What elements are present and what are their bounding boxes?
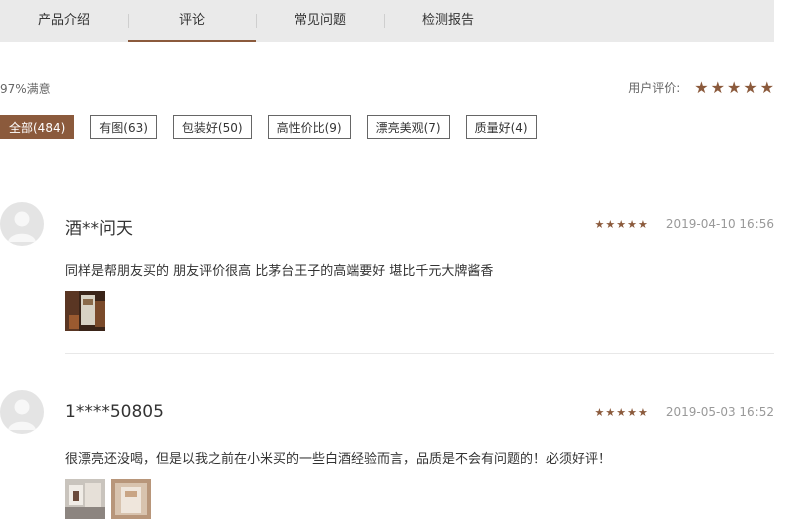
review-stars: ★ ★ ★ ★ ★ [593, 406, 647, 419]
rating-summary: 97%满意 用户评价: ★ ★ ★ ★ ★ [0, 78, 774, 100]
review-content: 同样是帮朋友买的 朋友评价很高 比茅台王子的高端要好 堪比千元大牌酱香 [65, 264, 494, 279]
star-icon: ★ [710, 78, 725, 97]
star-icon: ★ [605, 405, 616, 419]
review-photo[interactable] [65, 291, 105, 331]
review-photos [65, 479, 157, 519]
star-icon: ★ [594, 405, 605, 419]
reviewer-name: 酒**问天 [65, 219, 133, 239]
star-icon: ★ [605, 217, 616, 231]
star-icon: ★ [637, 405, 648, 419]
photo-thumbnail-icon [65, 291, 105, 331]
user-rating: 用户评价: ★ ★ ★ ★ ★ [628, 78, 774, 97]
satisfaction-rate: 97%满意 [0, 82, 51, 96]
star-icon: ★ [616, 405, 627, 419]
tab-reviews[interactable]: 评论 [128, 0, 256, 42]
avatar [0, 390, 44, 434]
avatar [0, 202, 44, 246]
review-photos [65, 291, 111, 331]
star-icon: ★ [759, 78, 774, 97]
photo-thumbnail-icon [111, 479, 151, 519]
filter-value-for-money[interactable]: 高性价比(9) [267, 115, 351, 139]
star-icon: ★ [743, 78, 758, 97]
review-time: 2019-04-10 16:56 [665, 217, 774, 231]
filter-good-quality[interactable]: 质量好(4) [465, 115, 537, 139]
review-meta: ★ ★ ★ ★ ★ 2019-04-10 16:56 [593, 217, 774, 231]
review-divider [65, 353, 774, 354]
review-photo[interactable] [65, 479, 105, 519]
star-icon: ★ [726, 78, 742, 97]
filter-beautiful[interactable]: 漂亮美观(7) [366, 115, 450, 139]
star-icon: ★ [627, 217, 637, 231]
tab-faq[interactable]: 常见问题 [256, 0, 384, 42]
filter-with-photos[interactable]: 有图(63) [90, 115, 157, 139]
star-icon: ★ [694, 78, 709, 97]
review-content: 很漂亮还没喝，但是以我之前在小米买的一些白酒经验而言，品质是不会有问题的！必须好… [65, 452, 612, 467]
photo-thumbnail-icon [65, 479, 105, 519]
star-icon: ★ [637, 217, 648, 231]
star-icon: ★ [616, 217, 627, 231]
star-icon: ★ [627, 405, 637, 419]
review-meta: ★ ★ ★ ★ ★ 2019-05-03 16:52 [593, 405, 774, 419]
review-stars: ★ ★ ★ ★ ★ [593, 218, 647, 231]
filter-tags: 全部(484) 有图(63) 包装好(50) 高性价比(9) 漂亮美观(7) 质… [0, 115, 553, 139]
review-photo[interactable] [111, 479, 151, 519]
user-avatar-icon [8, 211, 36, 242]
user-rating-label: 用户评价: [628, 81, 681, 95]
star-icon: ★ [594, 217, 605, 231]
user-avatar-icon [8, 399, 36, 430]
filter-good-packaging[interactable]: 包装好(50) [172, 115, 252, 139]
tab-product-intro[interactable]: 产品介绍 [0, 0, 128, 42]
tab-bar: 产品介绍 评论 常见问题 检测报告 [0, 0, 774, 42]
overall-stars: ★ ★ ★ ★ ★ [692, 78, 774, 97]
review-time: 2019-05-03 16:52 [665, 405, 774, 419]
tab-test-report[interactable]: 检测报告 [384, 0, 512, 42]
reviewer-name: 1****50805 [65, 402, 164, 422]
filter-all[interactable]: 全部(484) [0, 115, 75, 139]
